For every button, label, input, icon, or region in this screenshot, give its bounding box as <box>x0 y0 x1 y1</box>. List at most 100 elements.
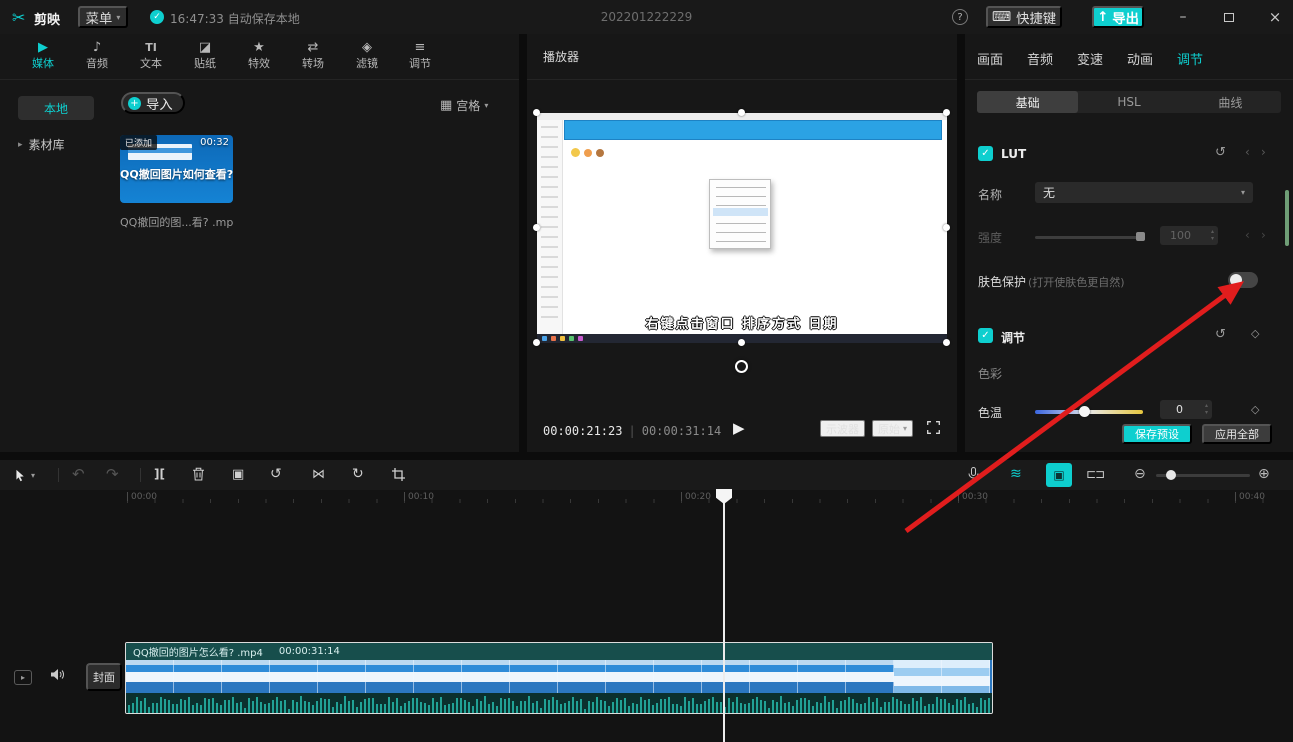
play-button[interactable]: ▶ <box>733 419 745 437</box>
media-item-filename: QQ撤回的图...看? .mp4 <box>120 214 233 230</box>
freeze-frame-icon[interactable]: ▣ <box>232 467 244 482</box>
sidebar-item-local[interactable]: 本地 <box>18 96 94 120</box>
chevron-left-icon[interactable]: ‹ <box>1245 228 1250 242</box>
stepper-icons[interactable]: ▴▾ <box>1211 228 1214 242</box>
subtab-basic[interactable]: 基础 <box>977 91 1078 113</box>
magnet-snap-icon[interactable]: ≋ <box>1010 466 1022 482</box>
rotate-icon[interactable]: ↻ <box>352 466 364 482</box>
ruler-mark: 00:00 <box>127 492 157 502</box>
quality-selector[interactable]: 原始 ▾ <box>872 420 913 437</box>
nav-item-text[interactable]: TI 文本 <box>131 39 171 71</box>
link-tracks-icon[interactable]: ▣ <box>1046 463 1072 487</box>
nav-item-sticker[interactable]: ◪ 贴纸 <box>185 39 225 71</box>
media-item-thumbnail[interactable]: QQ撤回图片如何查看? 已添加 00:32 <box>120 135 233 203</box>
scrollbar[interactable] <box>1285 190 1289 246</box>
rotate-handle[interactable] <box>735 360 748 373</box>
keyframe-icon[interactable]: ◇ <box>1251 403 1259 416</box>
timeline-ruler[interactable]: 00:00 00:10 00:20 00:30 00:40 <box>0 490 1293 506</box>
tab-picture[interactable]: 画面 <box>970 49 1010 68</box>
nav-item-media[interactable]: ▶ 媒体 <box>23 39 63 71</box>
stepper-icons[interactable]: ▴▾ <box>1205 402 1208 416</box>
shortcut-label: 快捷键 <box>1016 8 1056 27</box>
strength-slider-handle[interactable] <box>1136 232 1145 241</box>
reset-icon[interactable]: ↺ <box>1215 145 1226 160</box>
duration-badge: 00:32 <box>200 137 229 148</box>
cover-button[interactable]: 封面 <box>86 663 122 691</box>
nav-item-effects[interactable]: ★ 特效 <box>239 39 279 71</box>
tab-speed[interactable]: 变速 <box>1070 49 1110 68</box>
adjust-icon: ≡ <box>400 39 440 56</box>
media-panel: ▶ 媒体 ♪ 音频 TI 文本 ◪ 贴纸 ★ 特效 ⇄ 转场 ◈ 滤镜 ≡ <box>0 34 519 452</box>
strength-slider[interactable] <box>1035 236 1143 239</box>
redo-icon[interactable]: ↷ <box>106 465 119 483</box>
skin-protect-toggle[interactable] <box>1228 272 1258 288</box>
selection-handle[interactable] <box>533 224 540 231</box>
chevron-right-icon[interactable]: › <box>1261 228 1266 242</box>
chevron-down-icon: ▾ <box>31 471 35 480</box>
selection-handle[interactable] <box>943 109 950 116</box>
select-tool-button[interactable]: ▾ <box>10 464 35 486</box>
chevron-right-icon[interactable]: › <box>1261 145 1266 159</box>
fullscreen-icon[interactable] <box>927 421 940 437</box>
nav-item-audio[interactable]: ♪ 音频 <box>77 39 117 71</box>
lut-name-dropdown[interactable]: 无 ▾ <box>1035 182 1253 203</box>
nav-item-filter[interactable]: ◈ 滤镜 <box>347 39 387 71</box>
timeline-zoom-handle[interactable] <box>1166 470 1176 480</box>
clip-waveform <box>126 693 992 714</box>
video-clip[interactable]: QQ撤回的图片怎么看? .mp4 00:00:31:14 <box>125 642 993 714</box>
selection-handle[interactable] <box>533 339 540 346</box>
apply-all-button[interactable]: 应用全部 <box>1202 424 1272 444</box>
chevron-left-icon[interactable]: ‹ <box>1245 145 1250 159</box>
save-preset-button[interactable]: 保存预设 <box>1122 424 1192 444</box>
selection-handle[interactable] <box>738 109 745 116</box>
timeline-toolbar: ▾ ↶ ↷ ][ ▣ ↺ ⋈ ↻ ≋ ▣ ⊏⊐ ⊖ ⊕ <box>0 460 1293 490</box>
nav-item-transition[interactable]: ⇄ 转场 <box>293 39 333 71</box>
nav-item-adjust[interactable]: ≡ 调节 <box>400 39 440 71</box>
reset-icon[interactable]: ↺ <box>1215 327 1226 342</box>
export-button[interactable]: ↑ 导出 <box>1092 6 1144 28</box>
import-button[interactable]: + 导入 <box>121 92 185 114</box>
keyframe-icon[interactable]: ◇ <box>1251 327 1259 340</box>
selection-handle[interactable] <box>943 339 950 346</box>
lut-checkbox[interactable]: ✓ <box>978 146 993 161</box>
video-preview[interactable]: 右键点击窗口 排序方式 日期 <box>537 113 947 343</box>
app-logo-text: 剪映 <box>34 9 60 28</box>
subtab-curve[interactable]: 曲线 <box>1180 91 1281 113</box>
temperature-value-box[interactable]: 0 ▴▾ <box>1160 400 1212 419</box>
tab-animation[interactable]: 动画 <box>1120 49 1160 68</box>
record-audio-icon[interactable] <box>968 467 979 485</box>
selection-handle[interactable] <box>533 109 540 116</box>
maximize-button[interactable] <box>1218 6 1240 28</box>
subtab-hsl[interactable]: HSL <box>1078 91 1179 113</box>
delete-icon[interactable] <box>192 467 205 485</box>
split-icon[interactable]: ][ <box>154 467 165 481</box>
sidebar-item-library[interactable]: ▸ 素材库 <box>18 136 65 153</box>
current-time: 00:00:21:23 <box>543 424 622 438</box>
selection-handle[interactable] <box>738 339 745 346</box>
help-icon[interactable]: ? <box>952 9 968 25</box>
mute-track-icon[interactable] <box>50 668 65 684</box>
reverse-icon[interactable]: ↺ <box>270 466 282 482</box>
close-button[interactable]: × <box>1264 6 1286 28</box>
scope-button[interactable]: 示波器 <box>820 420 865 437</box>
zoom-out-icon[interactable]: ⊖ <box>1134 466 1146 482</box>
strength-value-box[interactable]: 100 ▴▾ <box>1160 226 1218 245</box>
adjust-checkbox[interactable]: ✓ <box>978 328 993 343</box>
selection-handle[interactable] <box>943 224 950 231</box>
video-icons-art <box>571 146 641 160</box>
shortcut-button[interactable]: ⌨ 快捷键 <box>986 6 1062 28</box>
track-collapse-icon[interactable]: ▸ <box>14 670 32 685</box>
mirror-icon[interactable]: ⋈ <box>312 467 325 482</box>
tab-audio[interactable]: 音频 <box>1020 49 1060 68</box>
tab-adjust[interactable]: 调节 <box>1170 49 1210 68</box>
playhead-line[interactable] <box>723 490 725 742</box>
view-mode-selector[interactable]: ▦ 宫格 ▾ <box>440 97 488 114</box>
crop-icon[interactable] <box>392 468 405 485</box>
preview-axis-icon[interactable]: ⊏⊐ <box>1086 467 1104 481</box>
app-logo-icon: ✂ <box>12 8 25 27</box>
minimize-button[interactable]: – <box>1172 6 1194 28</box>
zoom-in-icon[interactable]: ⊕ <box>1258 466 1270 482</box>
temperature-slider-handle[interactable] <box>1079 406 1090 417</box>
undo-icon[interactable]: ↶ <box>72 465 85 483</box>
menu-button[interactable]: 菜单 ▾ <box>78 6 128 28</box>
